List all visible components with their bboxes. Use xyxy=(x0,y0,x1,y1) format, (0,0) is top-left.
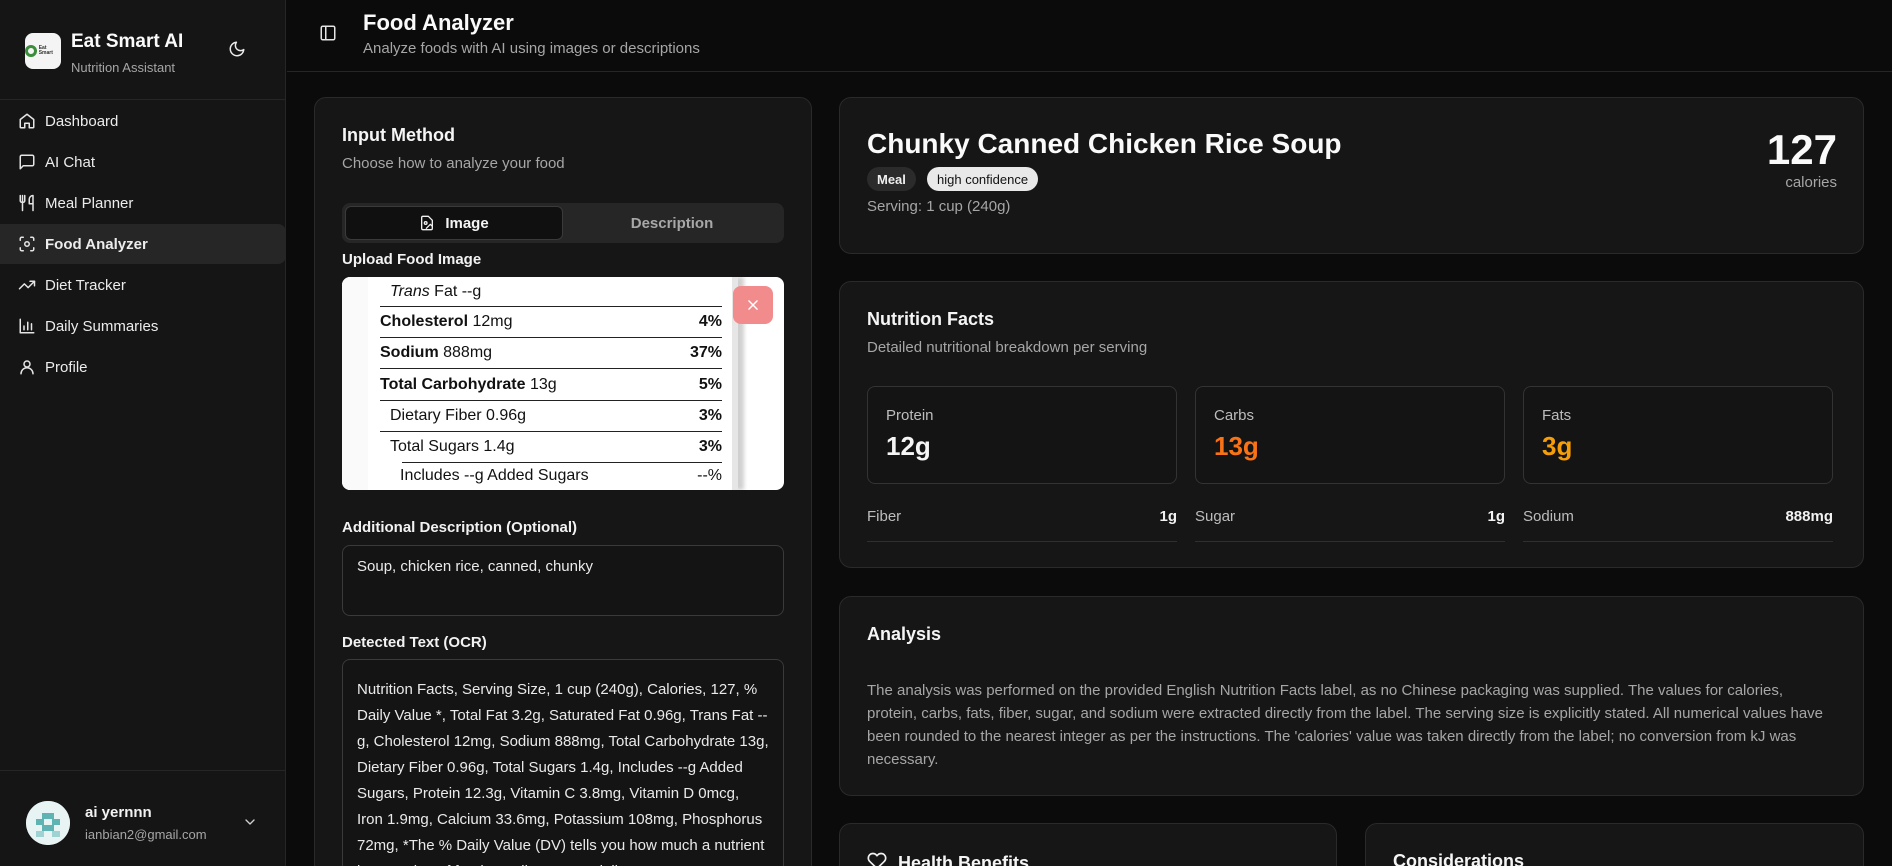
sidebar-item-profile[interactable]: Profile xyxy=(0,347,286,387)
food-name: Chunky Canned Chicken Rice Soup xyxy=(867,128,1342,159)
remove-image-button[interactable] xyxy=(733,286,773,324)
sidebar-item-meal-planner[interactable]: Meal Planner xyxy=(0,183,286,223)
page-title: Food Analyzer xyxy=(363,10,514,35)
user-menu[interactable]: ai yernnn ianbian2@gmail.com xyxy=(0,770,286,866)
home-icon xyxy=(19,113,35,129)
meal-type-badge: Meal xyxy=(867,167,916,191)
scan-icon xyxy=(19,236,35,252)
macro-carbs: Carbs 13g xyxy=(1195,386,1505,484)
upload-label: Upload Food Image xyxy=(342,251,482,268)
sidebar-item-label: Dashboard xyxy=(45,112,119,130)
analysis-card: Analysis The analysis was performed on t… xyxy=(839,596,1864,796)
uploaded-food-image: Trans Fat --g Cholesterol 12mg 4% Sodium … xyxy=(342,277,784,490)
tab-image[interactable]: Image xyxy=(345,206,563,240)
description-label: Additional Description (Optional) xyxy=(342,519,577,536)
input-method-title: Input Method xyxy=(342,125,455,145)
sidebar-item-label: Profile xyxy=(45,358,88,376)
macro-protein: Protein 12g xyxy=(867,386,1177,484)
app-subtitle: Nutrition Assistant xyxy=(71,60,176,75)
sidebar-item-food-analyzer[interactable]: Food Analyzer xyxy=(0,224,286,264)
chevron-down-icon[interactable] xyxy=(242,814,258,830)
nutrition-facts-subtitle: Detailed nutritional breakdown per servi… xyxy=(867,339,1148,356)
result-summary-card: Chunky Canned Chicken Rice Soup Meal hig… xyxy=(839,97,1864,254)
avatar xyxy=(26,801,70,845)
minor-fiber: Fiber 1g xyxy=(867,508,1177,542)
sidebar-nav: Dashboard AI Chat Meal Planner Food Anal… xyxy=(0,100,286,388)
sidebar-item-label: Diet Tracker xyxy=(45,276,126,294)
sidebar-item-dashboard[interactable]: Dashboard xyxy=(0,101,286,141)
utensils-icon xyxy=(19,194,34,212)
sidebar-toggle-icon[interactable] xyxy=(319,24,339,44)
tab-description[interactable]: Description xyxy=(563,206,781,240)
sidebar: Eat Smart Eat Smart AI Nutrition Assista… xyxy=(0,0,286,866)
nutrition-facts-title: Nutrition Facts xyxy=(867,309,995,329)
minor-sugar: Sugar 1g xyxy=(1195,508,1505,542)
sidebar-item-label: Daily Summaries xyxy=(45,317,159,335)
chat-icon xyxy=(19,154,35,170)
considerations-title: Considerations xyxy=(1393,851,1525,866)
ocr-label: Detected Text (OCR) xyxy=(342,634,487,651)
serving-size: Serving: 1 cup (240g) xyxy=(867,198,1011,215)
sidebar-item-label: Food Analyzer xyxy=(45,235,148,253)
macro-fats: Fats 3g xyxy=(1523,386,1833,484)
input-method-tabs: Image Description xyxy=(342,203,784,243)
sidebar-item-diet-tracker[interactable]: Diet Tracker xyxy=(0,265,286,305)
app-title: Eat Smart AI xyxy=(71,31,184,52)
description-textarea[interactable]: Soup, chicken rice, canned, chunky xyxy=(342,545,784,616)
sidebar-item-daily-summaries[interactable]: Daily Summaries xyxy=(0,306,286,346)
user-email: ianbian2@gmail.com xyxy=(85,827,207,842)
heart-icon xyxy=(867,852,887,866)
nutrition-facts-card: Nutrition Facts Detailed nutritional bre… xyxy=(839,281,1864,568)
calories-value: 127 xyxy=(1766,126,1837,173)
health-benefits-title: Health Benefits xyxy=(898,853,1030,866)
considerations-card: Considerations xyxy=(1365,823,1864,866)
trending-up-icon xyxy=(18,280,36,290)
minor-sodium: Sodium 888mg xyxy=(1523,508,1833,542)
sidebar-item-label: Meal Planner xyxy=(45,194,134,212)
user-name: ai yernnn xyxy=(85,804,152,821)
moon-icon[interactable] xyxy=(228,40,248,60)
analysis-text: The analysis was performed on the provid… xyxy=(867,682,1824,768)
confidence-badge: high confidence xyxy=(927,167,1039,191)
input-method-subtitle: Choose how to analyze your food xyxy=(342,155,565,172)
close-icon xyxy=(748,300,758,310)
input-method-card: Input Method Choose how to analyze your … xyxy=(314,97,812,866)
page-header: Food Analyzer Analyze foods with AI usin… xyxy=(287,0,1892,72)
bar-chart-icon xyxy=(19,318,35,334)
health-benefits-card: Health Benefits xyxy=(839,823,1337,866)
brand: Eat Smart Eat Smart AI Nutrition Assista… xyxy=(0,0,286,100)
analysis-title: Analysis xyxy=(867,624,942,644)
app-logo: Eat Smart xyxy=(25,33,61,69)
page-subtitle: Analyze foods with AI using images or de… xyxy=(363,40,700,57)
nutrition-label-image: Trans Fat --g Cholesterol 12mg 4% Sodium … xyxy=(342,277,738,490)
sidebar-item-label: AI Chat xyxy=(45,153,96,171)
user-icon xyxy=(20,360,34,375)
calories-label: calories xyxy=(1785,174,1837,191)
ocr-textarea[interactable]: Nutrition Facts, Serving Size, 1 cup (24… xyxy=(342,659,784,866)
sidebar-item-ai-chat[interactable]: AI Chat xyxy=(0,142,286,182)
image-file-icon xyxy=(421,215,434,231)
